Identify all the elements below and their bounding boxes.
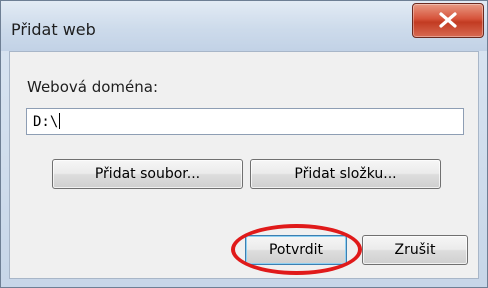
dialog-title: Přidat web — [11, 20, 96, 39]
domain-label: Webová doména: — [27, 78, 159, 96]
close-x-icon — [439, 12, 457, 28]
add-folder-button[interactable]: Přidat složku... — [250, 159, 441, 189]
dialog-body: Webová doména: D:\ Přidat soubor... Přid… — [9, 51, 479, 279]
title-bar[interactable]: Přidat web — [1, 1, 487, 51]
text-caret — [59, 113, 61, 129]
confirm-button[interactable]: Potvrdit — [245, 235, 347, 265]
add-web-dialog: Přidat web Webová doména: D:\ Přidat sou… — [0, 0, 488, 288]
domain-input-value: D:\ — [33, 114, 59, 130]
add-file-button[interactable]: Přidat soubor... — [52, 159, 243, 189]
cancel-button[interactable]: Zrušit — [362, 235, 468, 265]
close-button[interactable] — [412, 3, 484, 38]
domain-input[interactable]: D:\ — [26, 108, 464, 135]
